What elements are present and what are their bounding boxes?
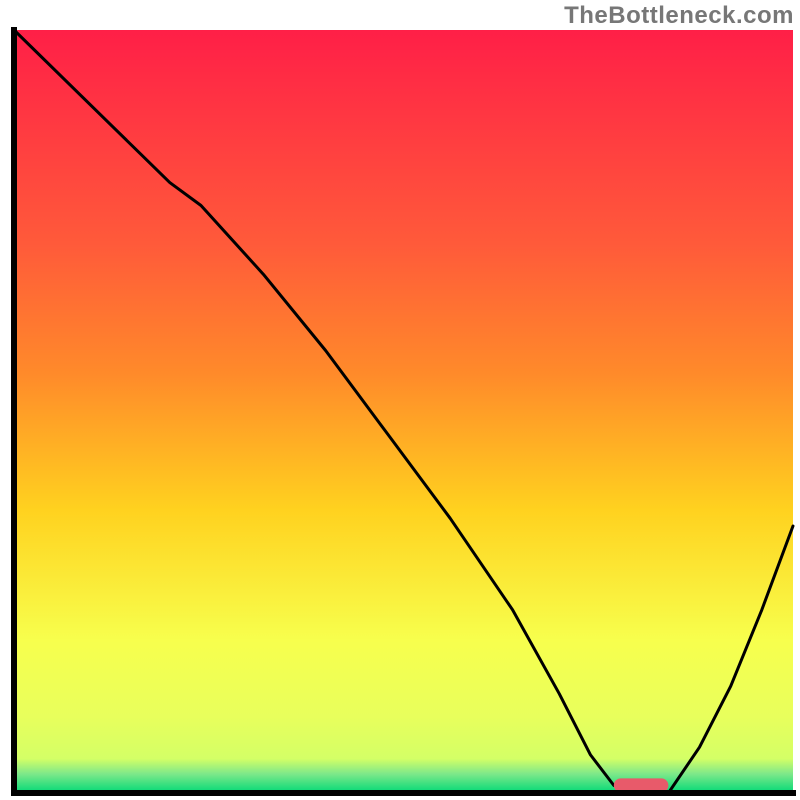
bottleneck-chart	[0, 0, 800, 800]
watermark-text: TheBottleneck.com	[564, 2, 794, 30]
chart-container: TheBottleneck.com	[0, 0, 800, 800]
